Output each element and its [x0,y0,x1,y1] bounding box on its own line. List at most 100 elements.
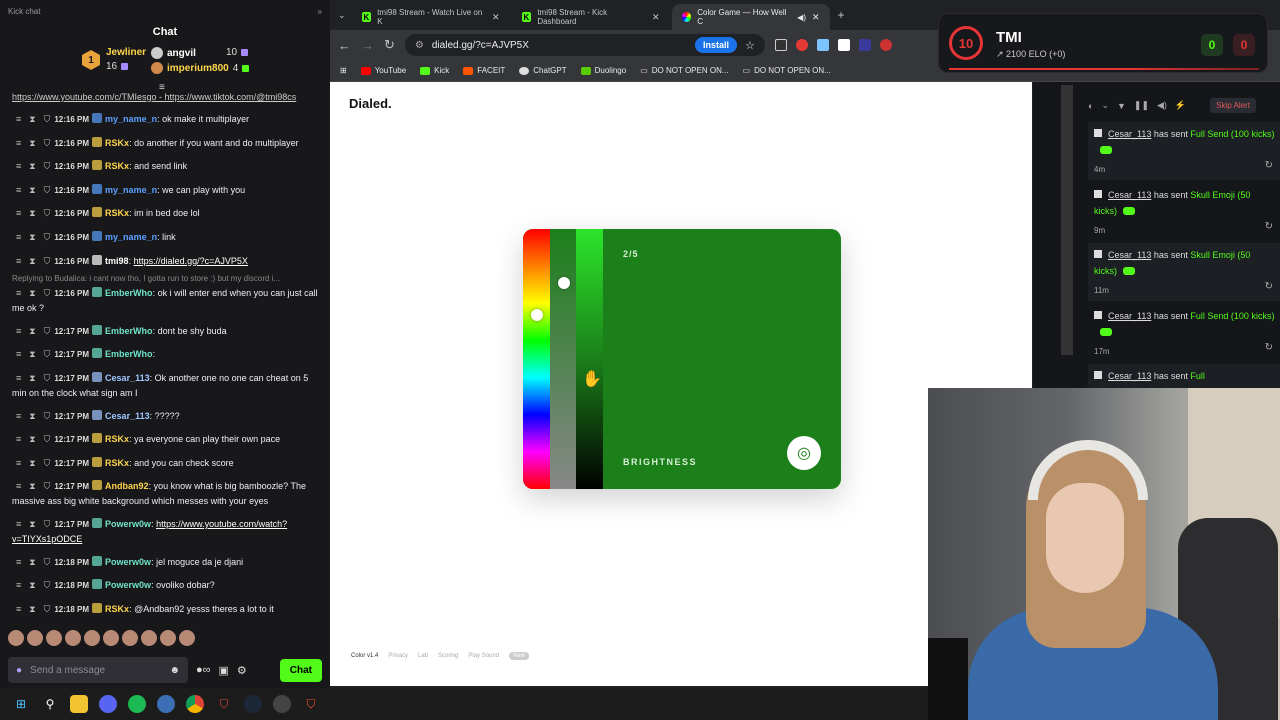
windows-start-icon[interactable]: ⊞ [12,695,30,713]
app-icon[interactable] [157,695,175,713]
shield-icon[interactable]: ◐ [1088,101,1093,111]
bookmark-duolingo[interactable]: Duolingo [580,66,626,75]
file-explorer-icon[interactable] [70,695,88,713]
collapse-icon[interactable]: » [318,7,322,16]
install-app-button[interactable]: Install [695,37,738,53]
filter-icon[interactable]: ▼ [1117,101,1126,111]
pin-icon[interactable]: ≡ [16,254,21,268]
mic-icon[interactable]: ● [16,665,22,676]
ban-icon[interactable]: ⛉ [44,602,51,616]
username[interactable]: my_name_n [105,185,157,195]
mute-icon[interactable]: ⚡ [1175,100,1186,111]
ban-icon[interactable]: ⛉ [44,254,51,268]
timeout-icon[interactable]: ⧗ [29,230,35,244]
pin-icon[interactable]: ≡ [16,578,21,592]
chat-input[interactable]: ● Send a message ☻ [8,657,188,683]
footer-link[interactable]: Privacy [388,653,408,659]
pin-icon[interactable]: ≡ [16,324,21,338]
chevron-down-icon[interactable]: ⌄ [1101,100,1109,111]
pause-icon[interactable]: ❚❚ [1134,100,1149,111]
forward-icon[interactable]: → [361,38,374,53]
pin-icon[interactable]: ≡ [16,112,21,126]
hue-knob[interactable] [531,309,543,321]
audio-icon[interactable]: ◀) [797,13,806,22]
sender-name[interactable]: Cesar_113 [1108,371,1151,381]
timeout-icon[interactable]: ⧗ [29,159,35,173]
store-icon[interactable]: ▣ [219,664,229,677]
username[interactable]: my_name_n [105,114,157,124]
reply-context[interactable]: Replying to Budalica: i cant now tho, I … [12,274,318,283]
pin-icon[interactable]: ≡ [16,230,21,244]
steam-icon[interactable] [244,695,262,713]
emote-icon[interactable] [27,630,43,646]
scrollbar[interactable] [1061,85,1073,355]
bookmark-kick[interactable]: Kick [420,66,449,75]
back-icon[interactable]: ← [338,38,351,53]
username[interactable]: Cesar_113 [105,373,150,383]
timeout-icon[interactable]: ⧗ [29,347,35,361]
timeout-icon[interactable]: ⧗ [29,409,35,423]
pin-icon[interactable]: ≡ [16,555,21,569]
bookmark-youtube[interactable]: YouTube [360,66,406,75]
username[interactable]: Powerw0w [105,519,151,529]
ban-icon[interactable]: ⛉ [44,136,51,150]
tab-color-game[interactable]: Color Game — How Well C ◀) ✕ [671,4,830,30]
tab-kick-dashboard[interactable]: K tmi98 Stream - Kick Dashboard ✕ [512,4,670,30]
sender-name[interactable]: Cesar_113 [1108,129,1151,139]
ban-icon[interactable]: ⛉ [44,456,51,470]
badges-icon[interactable]: ●∞ [196,664,211,676]
username[interactable]: EmberWho [105,349,153,359]
app-icon[interactable] [273,695,291,713]
spotify-icon[interactable] [128,695,146,713]
send-chat-button[interactable]: Chat [279,658,322,682]
close-tab-icon[interactable]: ✕ [652,12,660,23]
replay-icon[interactable]: ↻ [1265,219,1273,235]
username[interactable]: RSKx [105,434,129,444]
username[interactable]: EmberWho [105,288,153,298]
ban-icon[interactable]: ⛉ [44,409,51,423]
ban-icon[interactable]: ⛉ [44,432,51,446]
ban-icon[interactable]: ⛉ [44,517,51,531]
emote-icon[interactable] [103,630,119,646]
timeout-icon[interactable]: ⧗ [29,432,35,446]
emoji-icon[interactable]: ☻ [169,665,180,676]
username[interactable]: tmi98 [105,256,129,266]
replay-icon[interactable]: ↻ [1265,340,1273,356]
username[interactable]: RSKx [105,138,129,148]
timeout-icon[interactable]: ⧗ [29,578,35,592]
chrome-icon[interactable] [186,695,204,713]
shield-app-icon[interactable]: ⛉ [215,695,233,713]
emote-icon[interactable] [8,630,24,646]
ban-icon[interactable]: ⛉ [44,371,51,385]
bookmark-star-icon[interactable]: ☆ [745,39,755,52]
sender-name[interactable]: Cesar_113 [1108,190,1151,200]
username[interactable]: RSKx [105,161,129,171]
extension-icon[interactable] [795,39,808,51]
timeout-icon[interactable]: ⧗ [29,602,35,616]
pin-icon[interactable]: ≡ [16,479,21,493]
ban-icon[interactable]: ⛉ [44,555,51,569]
sender-name[interactable]: Cesar_113 [1108,311,1151,321]
emote-icon[interactable] [122,630,138,646]
saturation-slider[interactable] [550,229,576,489]
site-logo[interactable]: Dialed. [349,96,392,111]
extension-icon[interactable] [774,39,787,51]
pin-icon[interactable]: ≡ [16,409,21,423]
username[interactable]: Powerw0w [105,580,151,590]
timeout-icon[interactable]: ⧗ [29,206,35,220]
reload-icon[interactable]: ↻ [384,37,395,53]
bookmark-chatgpt[interactable]: ChatGPT [519,66,567,75]
ban-icon[interactable]: ⛉ [44,479,51,493]
submit-guess-button[interactable]: ◎ [787,436,821,470]
timeout-icon[interactable]: ⧗ [29,136,35,150]
replay-icon[interactable]: ↻ [1265,158,1273,174]
ban-icon[interactable]: ⛉ [44,206,51,220]
emote-icon[interactable] [65,630,81,646]
pin-icon[interactable]: ≡ [16,159,21,173]
username[interactable]: RSKx [105,208,129,218]
ban-icon[interactable]: ⛉ [44,578,51,592]
timeout-icon[interactable]: ⧗ [29,517,35,531]
extension-icon[interactable] [879,39,892,51]
username[interactable]: RSKx [105,604,129,614]
timeout-icon[interactable]: ⧗ [29,456,35,470]
